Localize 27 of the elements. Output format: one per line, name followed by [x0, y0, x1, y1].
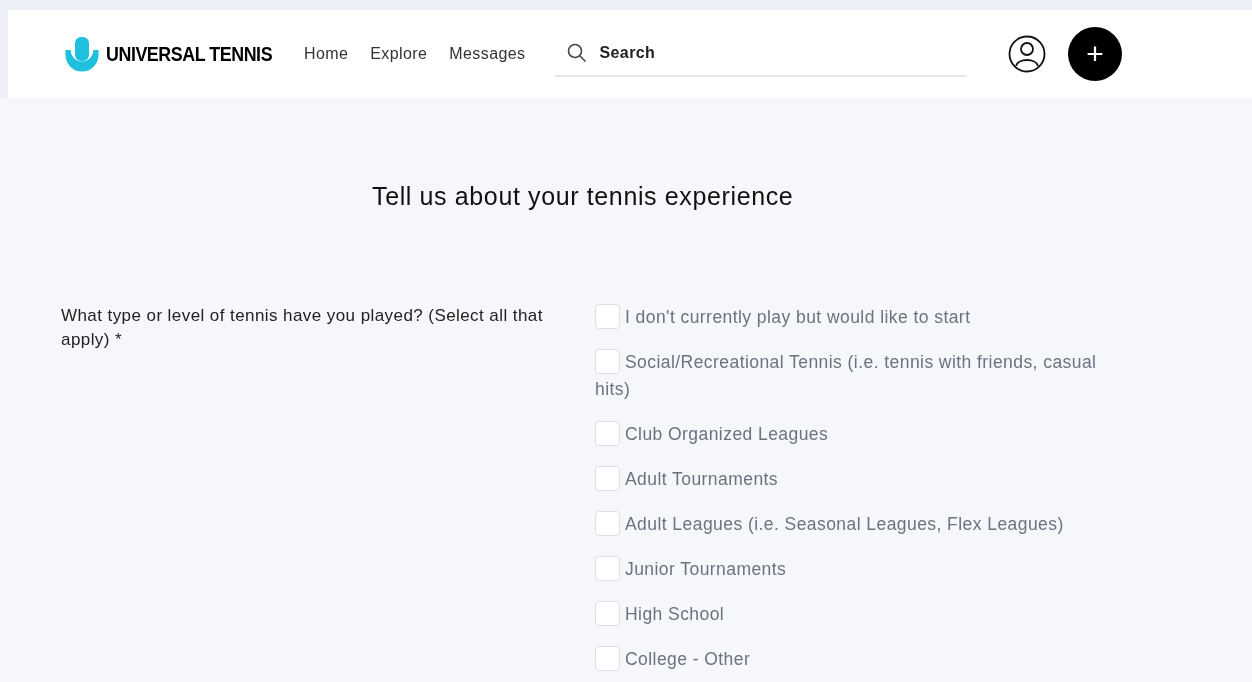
- checkbox[interactable]: [595, 601, 620, 627]
- checkbox-option[interactable]: Junior Tournaments: [595, 555, 1105, 583]
- checkbox[interactable]: [595, 646, 620, 672]
- checkbox-option[interactable]: Adult Leagues (i.e. Seasonal Leagues, Flex Leagues): [595, 510, 1105, 538]
- page-title: Tell us about your tennis experience: [371, 181, 795, 212]
- nav-link[interactable]: Explore: [370, 42, 428, 66]
- question-label: What type or level of tennis have you played? (Select all that apply) *: [61, 304, 544, 351]
- search-field[interactable]: Search: [599, 41, 940, 65]
- checkbox-option[interactable]: I don't currently play but would like to start: [595, 303, 1105, 331]
- user-avatar-icon[interactable]: [1008, 35, 1046, 73]
- checkbox[interactable]: [595, 466, 620, 492]
- nav-link[interactable]: Messages: [449, 42, 526, 66]
- add-button[interactable]: +: [1068, 27, 1122, 81]
- logo-text: UNIVERSAL TENNIS: [106, 41, 273, 68]
- checkbox-option[interactable]: High School: [595, 600, 1105, 628]
- checkbox[interactable]: [595, 421, 620, 447]
- checkbox[interactable]: [595, 511, 620, 537]
- checkbox[interactable]: [595, 556, 620, 582]
- checkbox-option[interactable]: Adult Tournaments: [595, 465, 1105, 493]
- search-icon: [567, 43, 588, 63]
- logo-icon: [64, 36, 100, 72]
- checkbox[interactable]: [595, 304, 620, 330]
- checkbox-option[interactable]: College - Other: [595, 645, 1105, 673]
- checkbox-option[interactable]: Club Organized Leagues: [595, 420, 1105, 448]
- nav-link[interactable]: Home: [304, 42, 349, 66]
- checkbox[interactable]: [595, 349, 620, 375]
- checkbox-option[interactable]: Social/Recreational Tennis (i.e. tennis with friends, casual hits): [595, 348, 1105, 403]
